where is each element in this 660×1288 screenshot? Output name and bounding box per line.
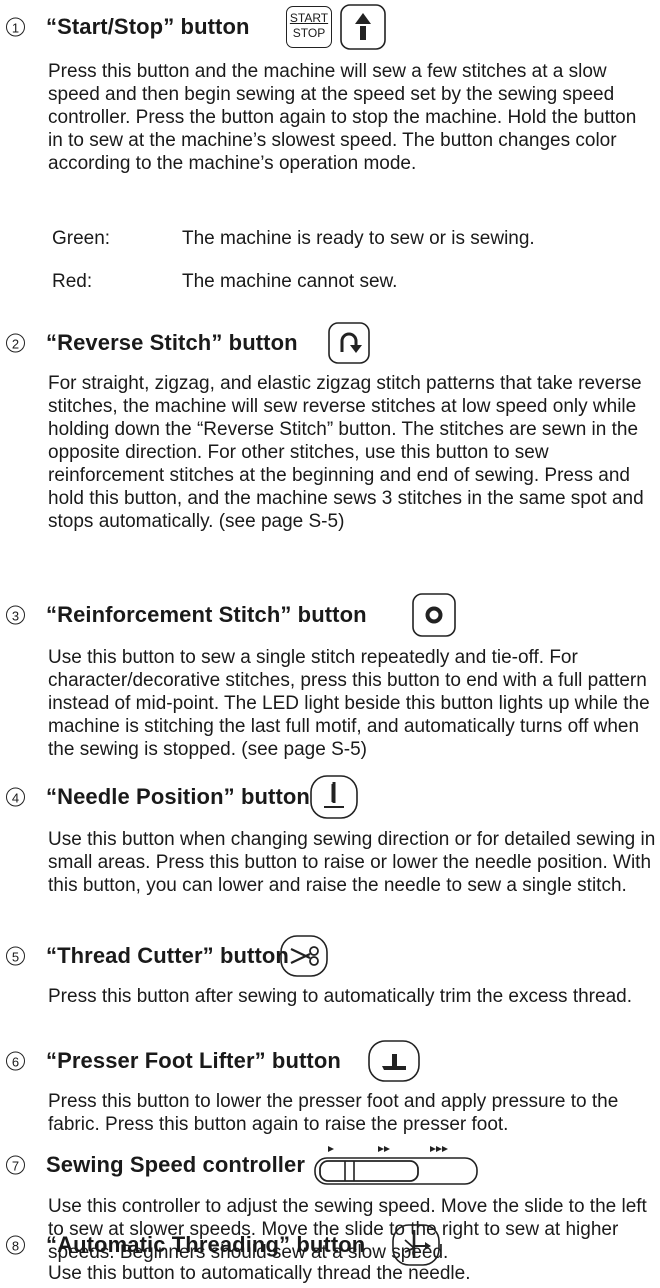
- section-1-description: Press this button and the machine will s…: [48, 61, 637, 174]
- section-title: “Reinforcement Stitch” button: [46, 602, 367, 627]
- section-6-header: 6 “Presser Foot Lifter” button: [0, 1036, 660, 1086]
- section-number: 3: [6, 605, 25, 625]
- scissors-icon: [280, 935, 328, 977]
- section-number: 7: [6, 1155, 25, 1175]
- section-7-header: 7 Sewing Speed controller: [0, 1140, 660, 1190]
- section-3-description: Use this button to sew a single stitch r…: [48, 647, 650, 760]
- section-number: 4: [6, 787, 25, 807]
- section-number: 5: [6, 946, 25, 966]
- start-stop-label-icon: START STOP: [286, 6, 332, 48]
- section-title: “Thread Cutter” button: [46, 943, 289, 968]
- presser-foot-icon: [368, 1040, 420, 1082]
- section-title: “Start/Stop” button: [46, 14, 250, 39]
- section-number: 2: [6, 333, 25, 353]
- section-2-header: 2 “Reverse Stitch” button: [0, 318, 660, 368]
- section-title: “Reverse Stitch” button: [46, 330, 298, 355]
- reverse-stitch-icon: [328, 322, 370, 364]
- section-3-header: 3 “Reinforcement Stitch” button: [0, 590, 660, 640]
- automatic-threading-icon: [392, 1224, 440, 1266]
- section-title: Sewing Speed controller: [46, 1152, 306, 1177]
- section-5-header: 5 “Thread Cutter” button: [0, 931, 660, 981]
- speed-slider-icon: [312, 1142, 482, 1188]
- section-number: 8: [6, 1235, 25, 1255]
- reinforcement-stitch-icon: [412, 593, 456, 637]
- section-5-description: Press this button after sewing to automa…: [48, 986, 632, 1007]
- section-title: “Automatic Threading” button: [46, 1232, 366, 1257]
- section-number: 6: [6, 1051, 25, 1071]
- section-1-header: 1 “Start/Stop” button START STOP: [0, 2, 660, 52]
- section-title: “Needle Position” button: [46, 784, 310, 809]
- section-4-header: 4 “Needle Position” button: [0, 772, 660, 822]
- needle-position-icon: [310, 775, 358, 819]
- section-6-description: Press this button to lower the presser f…: [48, 1091, 619, 1135]
- section-number: 1: [6, 17, 25, 37]
- start-arrow-icon: [340, 4, 386, 50]
- section-title: “Presser Foot Lifter” button: [46, 1048, 341, 1073]
- section-4-description: Use this button when changing sewing dir…: [48, 829, 656, 896]
- section-8-description: Use this button to automatically thread …: [48, 1263, 471, 1284]
- section-2-description: For straight, zigzag, and elastic zigzag…: [48, 373, 644, 532]
